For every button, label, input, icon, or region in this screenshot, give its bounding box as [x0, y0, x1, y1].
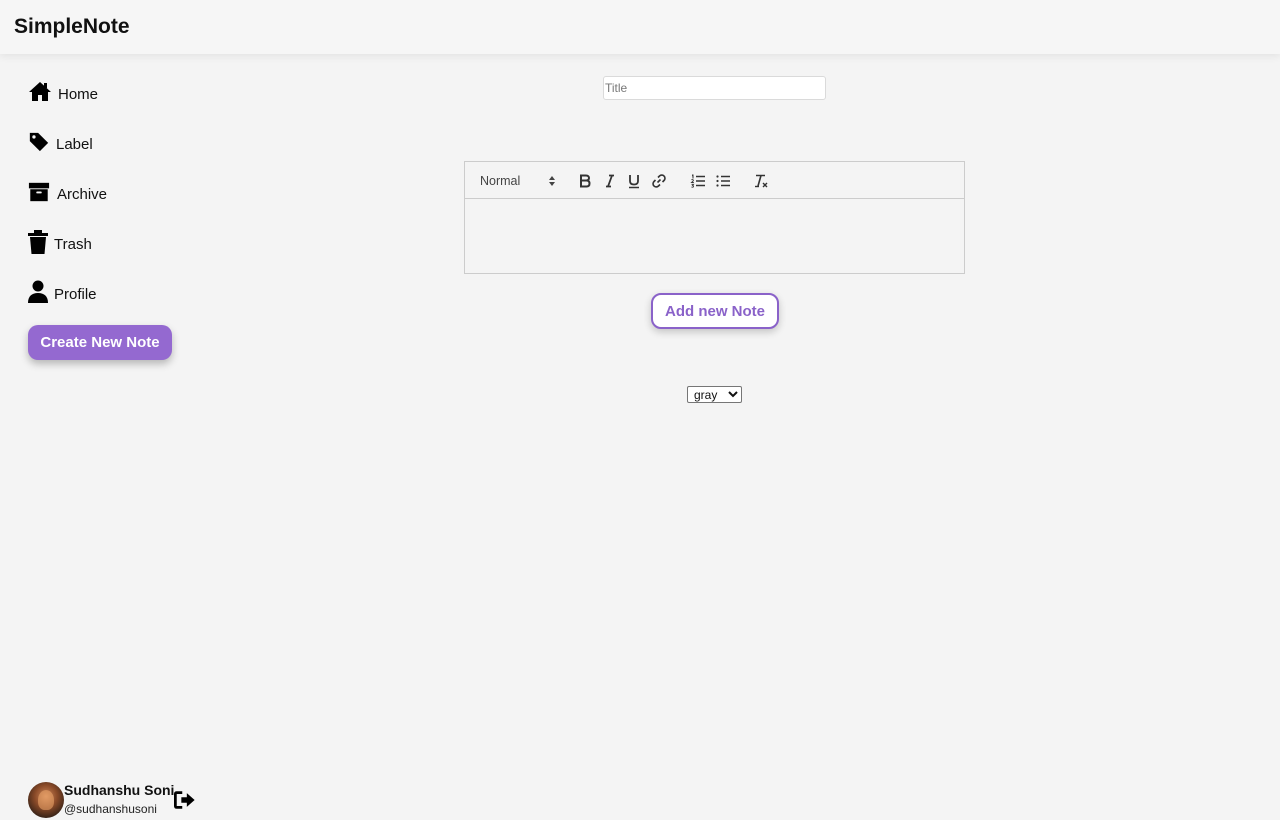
sidebar-item-label: Profile	[54, 286, 97, 303]
sidebar-item-trash[interactable]: Trash	[28, 224, 92, 254]
sidebar-item-profile[interactable]: Profile	[28, 274, 97, 304]
archive-icon	[28, 180, 50, 204]
sidebar: Home Label Archive Trash Profile Create …	[0, 54, 220, 818]
sidebar-item-home[interactable]: Home	[28, 74, 98, 104]
sidebar-item-label: Home	[58, 86, 99, 103]
user-name: Sudhanshu Soni	[64, 782, 175, 798]
editor-toolbar: Normal	[465, 162, 964, 199]
editor-body[interactable]	[465, 199, 964, 274]
sidebar-item-archive[interactable]: Archive	[28, 174, 107, 204]
clear-format-icon[interactable]	[752, 172, 770, 190]
sidebar-item-label[interactable]: Label	[28, 124, 93, 154]
color-select[interactable]: gray	[687, 386, 742, 403]
avatar	[28, 782, 64, 818]
sidebar-item-label-text: Label	[56, 136, 93, 153]
app-title: SimpleNote	[14, 15, 130, 38]
italic-icon[interactable]	[601, 172, 619, 190]
heading-format-value: Normal	[480, 174, 521, 188]
ordered-list-icon[interactable]	[689, 172, 707, 190]
home-icon	[28, 80, 52, 104]
user-profile: Sudhanshu Soni @sudhanshusoni	[28, 780, 208, 820]
heading-format-select[interactable]: Normal	[480, 172, 556, 190]
select-arrows-icon	[548, 175, 556, 187]
tag-icon	[28, 130, 50, 154]
user-handle: @sudhanshusoni	[64, 802, 157, 816]
top-bar: SimpleNote	[0, 0, 1280, 54]
underline-icon[interactable]	[625, 172, 643, 190]
title-input[interactable]	[603, 76, 826, 100]
link-icon[interactable]	[650, 172, 668, 190]
trash-icon	[28, 230, 48, 254]
bold-icon[interactable]	[576, 172, 594, 190]
sidebar-item-label: Trash	[54, 236, 92, 253]
rich-text-editor: Normal	[464, 161, 965, 274]
sidebar-item-label: Archive	[57, 186, 108, 203]
create-new-note-button[interactable]: Create New Note	[28, 325, 172, 360]
bullet-list-icon[interactable]	[714, 172, 732, 190]
add-new-note-button[interactable]: Add new Note	[651, 293, 779, 329]
user-icon	[28, 280, 48, 304]
sign-out-icon[interactable]	[174, 789, 196, 811]
